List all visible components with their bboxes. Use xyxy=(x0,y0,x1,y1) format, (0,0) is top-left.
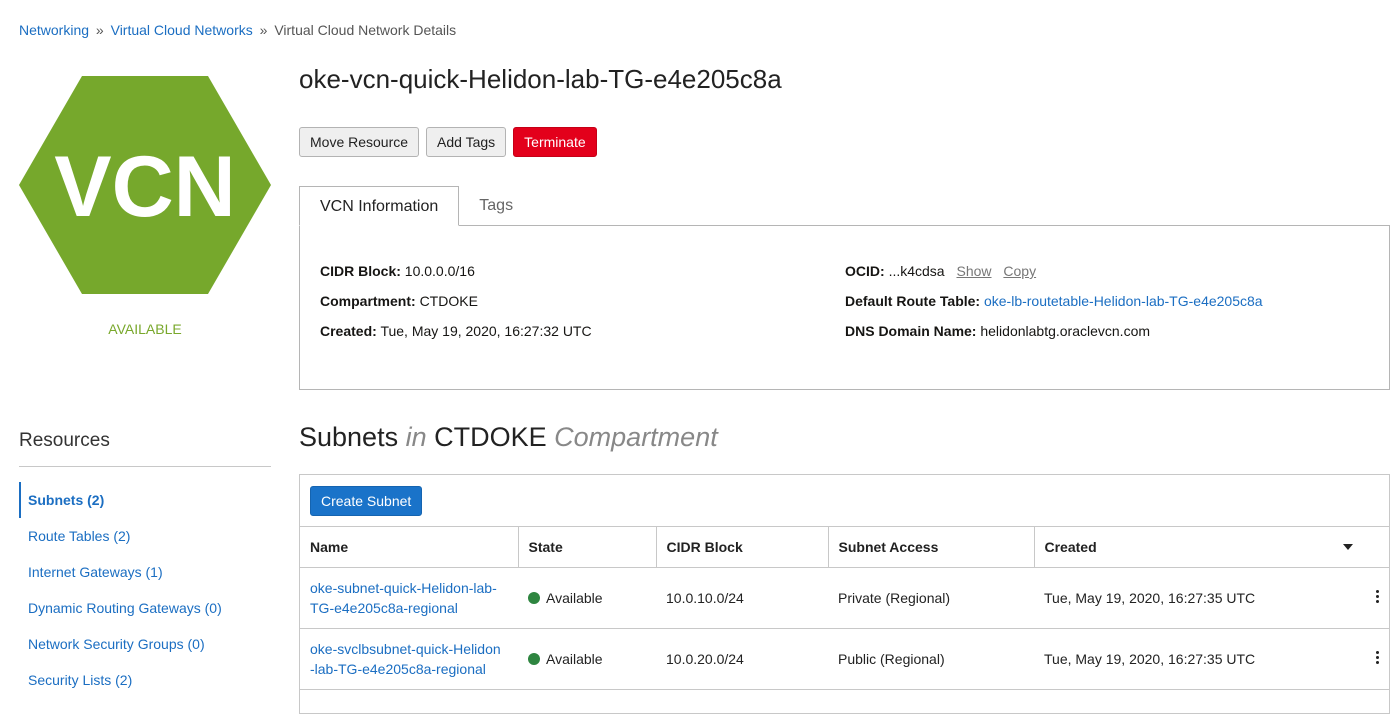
subnet-created: Tue, May 19, 2020, 16:27:35 UTC xyxy=(1044,650,1256,667)
info-created: Created: Tue, May 19, 2020, 16:27:32 UTC xyxy=(320,316,592,346)
compartment-value: CTDOKE xyxy=(419,293,478,309)
table-header-row: Name State CIDR Block Subnet Access Crea… xyxy=(300,527,1389,568)
created-value: Tue, May 19, 2020, 16:27:32 UTC xyxy=(380,323,592,339)
subnets-heading: Subnets in CTDOKE Compartment xyxy=(299,422,718,453)
breadcrumb-separator: » xyxy=(95,22,104,38)
page-title: oke-vcn-quick-Helidon-lab-TG-e4e205c8a xyxy=(299,64,782,94)
subnet-cidr: 10.0.20.0/24 xyxy=(656,628,828,690)
create-subnet-button[interactable]: Create Subnet xyxy=(310,486,423,516)
table-row: oke-svclbsubnet-quick-Helidon -lab-TG-e4e… xyxy=(300,628,1389,690)
subnet-name-line1: oke-subnet-quick-Helidon-lab- xyxy=(310,579,497,596)
info-route-table: Default Route Table: oke-lb-routetable-H… xyxy=(845,286,1263,316)
column-header-name[interactable]: Name xyxy=(300,527,519,568)
subnet-name-cell: oke-svclbsubnet-quick-Helidon -lab-TG-e4e… xyxy=(300,628,518,690)
info-left-column: CIDR Block: 10.0.0.0/16 Compartment: CTD… xyxy=(320,256,592,346)
subnet-access: Private (Regional) xyxy=(828,567,1034,629)
add-tags-button[interactable]: Add Tags xyxy=(426,127,507,157)
route-table-label: Default Route Table: xyxy=(845,293,981,309)
column-header-created[interactable]: Created xyxy=(1034,527,1389,568)
column-header-state[interactable]: State xyxy=(518,527,657,568)
route-table-link[interactable]: oke-lb-routetable-Helidon-lab-TG-e4e205c… xyxy=(984,293,1263,309)
subnet-name-link[interactable]: oke-subnet-quick-Helidon-lab- TG-e4e205c8… xyxy=(310,580,497,616)
subnet-name-line1: oke-svclbsubnet-quick-Helidon xyxy=(310,640,501,657)
subnets-table-container: Create Subnet Name State CIDR Block Subn… xyxy=(299,474,1390,714)
column-header-created-label: Created xyxy=(1044,538,1097,555)
info-dns: DNS Domain Name: helidonlabtg.oraclevcn.… xyxy=(845,316,1263,346)
ocid-copy-link[interactable]: Copy xyxy=(1003,263,1036,279)
breadcrumb-virtual-cloud-networks[interactable]: Virtual Cloud Networks xyxy=(111,22,253,38)
status-available-icon xyxy=(528,652,540,665)
vcn-hexagon-icon: VCN xyxy=(19,76,271,294)
details-tabs: VCN Information Tags xyxy=(299,186,533,226)
row-actions-kebab-icon[interactable] xyxy=(1373,649,1381,669)
resources-divider xyxy=(19,466,271,467)
move-resource-button[interactable]: Move Resource xyxy=(299,127,420,157)
subnet-state-cell: Available xyxy=(518,628,656,690)
ocid-label: OCID: xyxy=(845,263,885,279)
info-compartment: Compartment: CTDOKE xyxy=(320,286,592,316)
subnet-state: Available xyxy=(546,589,603,606)
subnets-toolbar: Create Subnet xyxy=(300,475,1389,527)
subnet-name-link[interactable]: oke-svclbsubnet-quick-Helidon -lab-TG-e4e… xyxy=(310,641,501,677)
action-bar: Move Resource Add Tags Terminate xyxy=(299,127,597,157)
column-header-subnet-access[interactable]: Subnet Access xyxy=(828,527,1035,568)
resources-title: Resources xyxy=(19,430,110,451)
resource-item-route-tables[interactable]: Route Tables (2) xyxy=(19,518,271,554)
subnet-access: Public (Regional) xyxy=(828,628,1034,690)
subnet-created-cell: Tue, May 19, 2020, 16:27:35 UTC xyxy=(1034,628,1389,690)
subnet-cidr: 10.0.10.0/24 xyxy=(656,567,828,629)
resource-item-network-security-groups[interactable]: Network Security Groups (0) xyxy=(19,626,271,662)
dns-label: DNS Domain Name: xyxy=(845,323,977,339)
row-actions-kebab-icon[interactable] xyxy=(1373,588,1381,608)
info-right-column: OCID: ...k4cdsa Show Copy Default Route … xyxy=(845,256,1263,346)
info-cidr: CIDR Block: 10.0.0.0/16 xyxy=(320,256,592,286)
vcn-lifecycle-status: AVAILABLE xyxy=(108,321,182,337)
subnets-heading-main: Subnets xyxy=(299,422,399,452)
tab-tags[interactable]: Tags xyxy=(459,186,533,226)
cidr-label: CIDR Block: xyxy=(320,263,401,279)
column-header-cidr[interactable]: CIDR Block xyxy=(656,527,829,568)
breadcrumb-current: Virtual Cloud Network Details xyxy=(274,22,457,38)
terminate-button[interactable]: Terminate xyxy=(513,127,597,157)
breadcrumb: Networking » Virtual Cloud Networks » Vi… xyxy=(19,22,456,38)
vcn-badge-text: VCN xyxy=(54,139,236,235)
resource-item-internet-gateways[interactable]: Internet Gateways (1) xyxy=(19,554,271,590)
ocid-show-link[interactable]: Show xyxy=(956,263,991,279)
resource-item-subnets[interactable]: Subnets (2) xyxy=(19,482,271,518)
breadcrumb-separator: » xyxy=(259,22,268,38)
subnets-table: Name State CIDR Block Subnet Access Crea… xyxy=(300,527,1389,690)
resource-item-dynamic-routing-gateways[interactable]: Dynamic Routing Gateways (0) xyxy=(19,590,271,626)
subnets-heading-compartment: CTDOKE xyxy=(434,422,547,452)
subnets-heading-suffix: Compartment xyxy=(554,422,718,452)
subnet-created: Tue, May 19, 2020, 16:27:35 UTC xyxy=(1044,589,1256,606)
sort-caret-down-icon[interactable] xyxy=(1343,544,1353,550)
compartment-label: Compartment: xyxy=(320,293,416,309)
vcn-info-panel: CIDR Block: 10.0.0.0/16 Compartment: CTD… xyxy=(299,225,1390,390)
cidr-value: 10.0.0.0/16 xyxy=(404,263,475,279)
breadcrumb-networking[interactable]: Networking xyxy=(19,22,89,38)
ocid-value: ...k4cdsa xyxy=(888,263,945,279)
subnets-heading-in: in xyxy=(405,422,427,452)
subnet-name-line2: -lab-TG-e4e205c8a-regional xyxy=(310,660,486,677)
subnet-state-cell: Available xyxy=(518,567,656,629)
subnet-state: Available xyxy=(546,650,603,667)
subnet-name-line2: TG-e4e205c8a-regional xyxy=(310,599,458,616)
subnet-created-cell: Tue, May 19, 2020, 16:27:35 UTC xyxy=(1034,567,1389,629)
resources-nav: Subnets (2) Route Tables (2) Internet Ga… xyxy=(19,482,271,698)
tab-vcn-information[interactable]: VCN Information xyxy=(299,186,460,226)
created-label: Created: xyxy=(320,323,377,339)
info-ocid: OCID: ...k4cdsa Show Copy xyxy=(845,256,1263,286)
dns-value: helidonlabtg.oraclevcn.com xyxy=(980,323,1151,339)
table-row: oke-subnet-quick-Helidon-lab- TG-e4e205c8… xyxy=(300,567,1389,629)
subnet-name-cell: oke-subnet-quick-Helidon-lab- TG-e4e205c8… xyxy=(300,567,518,629)
status-available-icon xyxy=(528,591,540,604)
resource-item-security-lists[interactable]: Security Lists (2) xyxy=(19,662,271,698)
